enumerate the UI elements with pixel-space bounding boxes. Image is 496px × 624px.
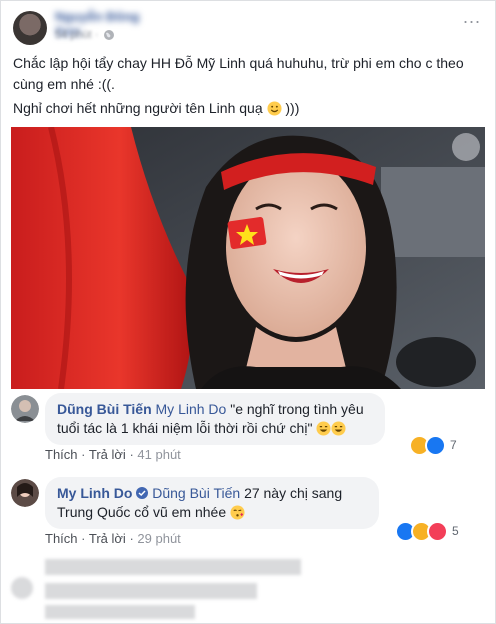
comment-tag[interactable]: Dũng Bùi Tiến	[152, 485, 240, 501]
like-reaction-icon	[425, 434, 446, 456]
post-card: Nguyễn Đông Sơn 54 phút · ... Chắc lập h…	[0, 0, 496, 624]
comment-author[interactable]: Dũng Bùi Tiến	[57, 401, 152, 417]
comment-tag[interactable]: My Linh Do	[156, 401, 227, 417]
laughing-emoji-icon	[331, 421, 346, 436]
post-text-line-2: Nghỉ chơi hết những người tên Linh quạ )…	[13, 100, 300, 116]
more-options-icon[interactable]: ...	[463, 7, 481, 28]
kissing-emoji-icon	[230, 505, 245, 520]
post-timestamp[interactable]: 54 phút ·	[55, 29, 98, 43]
laughing-emoji-icon	[316, 421, 331, 436]
comment-reactions[interactable]: 5	[395, 520, 459, 542]
reaction-count: 7	[450, 438, 457, 452]
blurred-comment-line	[45, 583, 257, 599]
commenter-avatar[interactable]	[11, 479, 39, 507]
reaction-count: 5	[452, 524, 459, 538]
love-reaction-icon	[427, 520, 448, 542]
comment-actions: Thích · Trả lời · 29 phút	[45, 531, 181, 546]
like-link[interactable]: Thích	[45, 447, 78, 462]
like-link[interactable]: Thích	[45, 531, 78, 546]
comment-actions: Thích · Trả lời · 41 phút	[45, 447, 181, 462]
post-text-line-1: Chắc lập hội tẩy chay HH Đỗ Mỹ Linh quá …	[13, 55, 464, 92]
reply-link[interactable]: Trả lời	[89, 447, 126, 462]
globe-icon	[104, 30, 114, 40]
verified-badge-icon	[136, 487, 149, 499]
comment-bubble: My Linh Do Dũng Bùi Tiến 27 này chị sang…	[45, 477, 379, 529]
poster-name[interactable]: Nguyễn Đông Sơn	[55, 9, 165, 39]
comment-time[interactable]: 29 phút	[137, 531, 180, 546]
poster-avatar[interactable]	[13, 11, 47, 45]
comment-time[interactable]: 41 phút	[137, 447, 180, 462]
comment-author[interactable]: My Linh Do	[57, 485, 132, 501]
smile-emoji-icon	[266, 101, 282, 116]
post-photo[interactable]	[11, 127, 485, 389]
comment-bubble: Dũng Bùi Tiến My Linh Do "e nghĩ trong t…	[45, 393, 385, 445]
selfie-image	[11, 127, 485, 389]
blurred-avatar	[11, 577, 33, 599]
comment-reactions[interactable]: 7	[409, 434, 457, 456]
blurred-comment-line	[45, 605, 195, 619]
blurred-comment-line	[45, 559, 301, 575]
commenter-avatar[interactable]	[11, 395, 39, 423]
reply-link[interactable]: Trả lời	[89, 531, 126, 546]
